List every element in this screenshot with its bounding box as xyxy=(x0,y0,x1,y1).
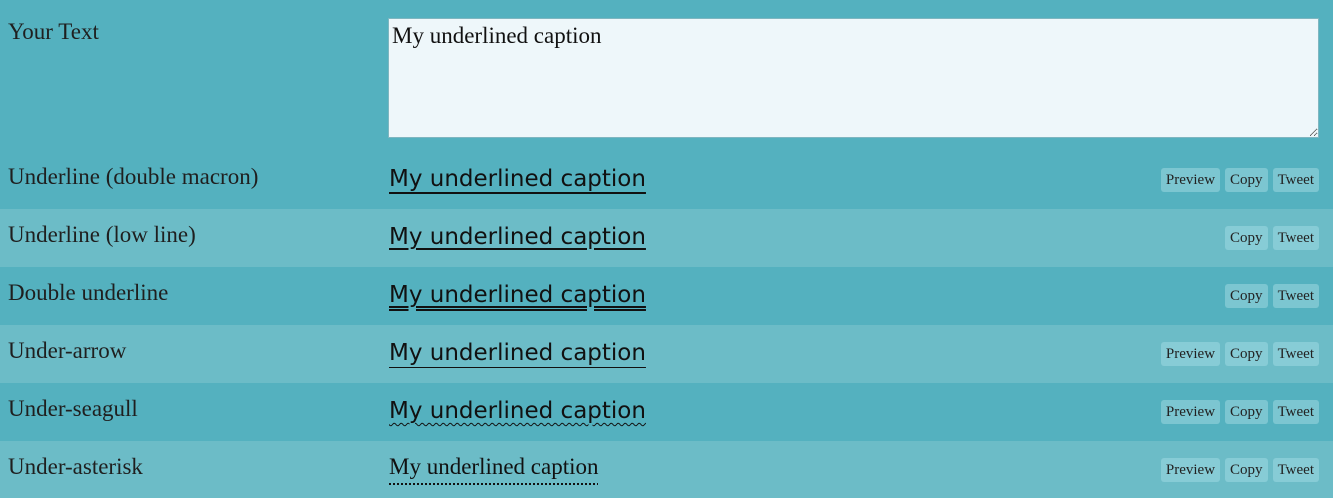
tweet-button[interactable]: Tweet xyxy=(1272,168,1319,192)
row-output: My underlined caption xyxy=(389,398,646,424)
row-actions: Preview Copy Tweet xyxy=(1160,458,1319,482)
row-output: My underlined caption xyxy=(389,166,646,192)
row-label: Under-arrow xyxy=(8,338,127,363)
text-input[interactable] xyxy=(388,18,1319,138)
preview-button[interactable]: Preview xyxy=(1160,400,1221,424)
copy-button[interactable]: Copy xyxy=(1225,168,1268,192)
row-label: Double underline xyxy=(8,280,169,305)
tweet-button[interactable]: Tweet xyxy=(1272,458,1319,482)
row-label: Underline (low line) xyxy=(8,222,196,247)
row-actions: Preview Copy Tweet xyxy=(1160,168,1319,192)
row-actions: Preview Copy Tweet xyxy=(1160,342,1319,366)
result-row-double-underline: Double underline My underlined caption C… xyxy=(0,267,1333,325)
row-actions: Copy Tweet xyxy=(1225,284,1319,308)
copy-button[interactable]: Copy xyxy=(1225,400,1268,424)
result-row-low-line: Underline (low line) My underlined capti… xyxy=(0,209,1333,267)
tweet-button[interactable]: Tweet xyxy=(1272,400,1319,424)
copy-button[interactable]: Copy xyxy=(1225,284,1268,308)
row-output: My underlined caption xyxy=(389,454,599,479)
copy-button[interactable]: Copy xyxy=(1225,226,1268,250)
row-label: Under-asterisk xyxy=(8,454,143,479)
copy-button[interactable]: Copy xyxy=(1225,458,1268,482)
result-row-under-asterisk: Under-asterisk My underlined caption Pre… xyxy=(0,441,1333,498)
input-section: Your Text xyxy=(0,0,1333,151)
row-output: My underlined caption xyxy=(389,282,646,308)
result-row-under-seagull: Under-seagull My underlined caption Prev… xyxy=(0,383,1333,441)
preview-button[interactable]: Preview xyxy=(1160,458,1221,482)
row-actions: Copy Tweet xyxy=(1225,226,1319,250)
row-output: My underlined caption xyxy=(389,340,646,366)
tweet-button[interactable]: Tweet xyxy=(1272,284,1319,308)
row-label: Under-seagull xyxy=(8,396,138,421)
tweet-button[interactable]: Tweet xyxy=(1272,342,1319,366)
your-text-label: Your Text xyxy=(8,19,99,44)
row-output: My underlined caption xyxy=(389,224,646,250)
copy-button[interactable]: Copy xyxy=(1225,342,1268,366)
tweet-button[interactable]: Tweet xyxy=(1272,226,1319,250)
row-label: Underline (double macron) xyxy=(8,164,259,189)
preview-button[interactable]: Preview xyxy=(1160,168,1221,192)
preview-button[interactable]: Preview xyxy=(1160,342,1221,366)
result-row-double-macron: Underline (double macron) My underlined … xyxy=(0,151,1333,209)
result-row-under-arrow: Under-arrow My underlined caption Previe… xyxy=(0,325,1333,383)
row-actions: Preview Copy Tweet xyxy=(1160,400,1319,424)
